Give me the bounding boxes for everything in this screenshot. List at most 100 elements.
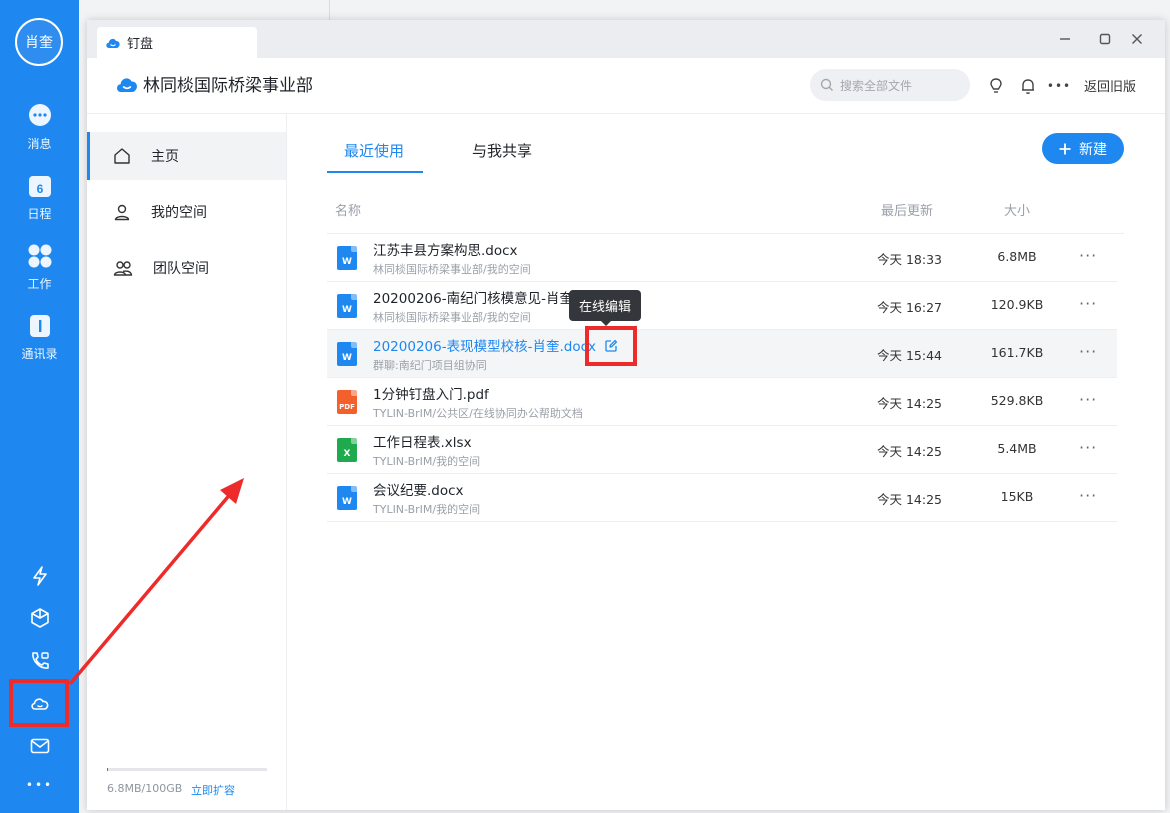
sidebar: 主页 我的空间 团队空间 6.8MB/100GB 立即扩容: [87, 114, 287, 810]
storage-quota-text: 6.8MB/100GB: [107, 782, 183, 795]
tips-button[interactable]: [986, 76, 1006, 96]
storage-quota-bar: [107, 768, 267, 771]
mail-button[interactable]: [0, 735, 79, 757]
user-icon: [114, 204, 130, 221]
file-updated: 今天 15:44: [877, 348, 942, 363]
rail-item-work[interactable]: 工作: [0, 243, 79, 292]
sidebar-item-my-space[interactable]: 我的空间: [87, 188, 286, 236]
storage-quota-fill: [107, 768, 108, 771]
file-size: 529.8KB: [990, 393, 1044, 408]
table-row[interactable]: W 20200206-表现模型校核-肖奎.docx 群聊:南纪门项目组协同 今天 15…: [327, 330, 1117, 378]
rail-item-contacts[interactable]: 通讯录: [0, 313, 79, 362]
row-more-button[interactable]: ···: [1079, 390, 1097, 409]
file-name[interactable]: 工作日程表.xlsx: [373, 431, 472, 451]
sidebar-item-label: 主页: [151, 149, 179, 165]
calendar-icon: 6: [28, 176, 51, 197]
sidebar-item-label: 我的空间: [151, 205, 207, 221]
phone-video-button[interactable]: [0, 650, 79, 672]
rail-item-label: 消息: [27, 137, 52, 151]
rail-item-label: 通讯录: [21, 347, 58, 361]
file-size: 15KB: [1000, 489, 1034, 504]
bell-icon: [1022, 79, 1034, 94]
new-button[interactable]: 新建: [1042, 133, 1124, 164]
rail-item-label: 日程: [27, 207, 52, 221]
row-more-button[interactable]: ···: [1079, 486, 1097, 505]
window-tab-title: 钉盘: [127, 37, 154, 52]
column-header-name[interactable]: 名称: [335, 200, 361, 219]
cube-button[interactable]: [0, 607, 79, 629]
table-row[interactable]: W 江苏丰县方案构思.docx 林同棪国际桥梁事业部/我的空间 今天 18:33 6.8…: [327, 234, 1117, 282]
tab-recent[interactable]: 最近使用: [344, 140, 404, 161]
table-row[interactable]: X 工作日程表.xlsx TYLIN-BrIM/我的空间 今天 14:25 5.4MB ·…: [327, 426, 1117, 474]
highlight-box-cloud: [9, 679, 69, 727]
file-type-icon: X: [337, 438, 357, 462]
file-path: TYLIN-BrIM/我的空间: [373, 455, 481, 468]
avatar[interactable]: 肖奎: [15, 18, 63, 66]
expand-storage-link[interactable]: 立即扩容: [191, 782, 235, 798]
minimize-icon: [1060, 38, 1070, 40]
file-type-icon: PDF: [337, 390, 357, 414]
back-to-old-version-link[interactable]: 返回旧版: [1084, 76, 1136, 95]
more-button[interactable]: •••: [0, 778, 79, 792]
maximize-button[interactable]: [1096, 30, 1114, 48]
org-title: 林同棪国际桥梁事业部: [115, 71, 313, 96]
close-button[interactable]: [1128, 30, 1146, 48]
file-name[interactable]: 会议纪要.docx: [373, 479, 464, 499]
file-path: 群聊:南纪门项目组协同: [373, 359, 487, 372]
online-edit-button[interactable]: [585, 326, 637, 366]
sidebar-item-team-space[interactable]: 团队空间: [87, 244, 286, 292]
search-placeholder: 搜索全部文件: [840, 78, 913, 93]
more-icon: •••: [25, 778, 54, 792]
table-row[interactable]: PDF 1分钟钉盘入门.pdf TYLIN-BrIM/公共区/在线协同办公帮助文档 今…: [327, 378, 1117, 426]
lightning-icon: [32, 566, 47, 586]
file-path: TYLIN-BrIM/公共区/在线协同办公帮助文档: [373, 407, 583, 420]
row-more-button[interactable]: ···: [1079, 438, 1097, 457]
file-size: 120.9KB: [990, 297, 1044, 312]
table-row[interactable]: W 会议纪要.docx TYLIN-BrIM/我的空间 今天 14:25 15KB ···: [327, 474, 1117, 522]
table-header: 名称 最后更新 大小: [327, 192, 1124, 234]
file-name[interactable]: 江苏丰县方案构思.docx: [373, 239, 518, 259]
window-tab[interactable]: 钉盘: [97, 27, 257, 58]
maximize-icon: [1099, 33, 1111, 45]
notifications-button[interactable]: [1018, 76, 1038, 96]
file-name[interactable]: 20200206-表现模型校核-肖奎.docx: [373, 335, 596, 355]
team-icon: [113, 261, 133, 276]
edit-icon: [605, 339, 618, 352]
cube-icon: [30, 608, 49, 628]
file-path: 林同棪国际桥梁事业部/我的空间: [373, 263, 531, 276]
search-input[interactable]: 搜索全部文件: [810, 69, 970, 101]
column-header-updated[interactable]: 最后更新: [881, 200, 933, 219]
apps-icon: [28, 244, 51, 268]
file-updated: 今天 14:25: [877, 492, 942, 507]
cloud-logo-icon: [106, 38, 120, 48]
row-more-button[interactable]: ···: [1079, 342, 1097, 361]
calendar-badge: 6: [36, 182, 43, 196]
phone-video-icon: [31, 652, 49, 669]
header-more-button[interactable]: •••: [1046, 76, 1072, 96]
file-type-icon: W: [337, 342, 357, 366]
lightning-button[interactable]: [0, 565, 79, 587]
table-row[interactable]: W 20200206-南纪门核模意见-肖奎.docx 林同棪国际桥梁事业部/我的空间…: [327, 282, 1117, 330]
mail-icon: [30, 738, 49, 754]
home-icon: [114, 148, 130, 164]
file-type-icon: W: [337, 246, 357, 270]
file-updated: 今天 14:25: [877, 444, 942, 459]
app-header: 林同棪国际桥梁事业部 搜索全部文件 ••• 返回旧版: [87, 58, 1165, 114]
more-icon: •••: [1046, 79, 1072, 93]
sidebar-item-home[interactable]: 主页: [87, 132, 286, 180]
row-more-button[interactable]: ···: [1079, 294, 1097, 313]
title-bar: 钉盘: [87, 20, 1165, 58]
cloud-logo-icon: [117, 77, 137, 92]
column-header-size[interactable]: 大小: [1004, 200, 1030, 219]
rail-item-calendar[interactable]: 6 日程: [0, 173, 79, 222]
file-updated: 今天 14:25: [877, 396, 942, 411]
row-more-button[interactable]: ···: [1079, 246, 1097, 265]
sidebar-item-label: 团队空间: [153, 261, 209, 277]
file-size: 6.8MB: [997, 249, 1037, 264]
file-name[interactable]: 1分钟钉盘入门.pdf: [373, 383, 489, 403]
active-tab-underline: [327, 171, 423, 173]
minimize-button[interactable]: [1056, 30, 1074, 48]
tab-shared-with-me[interactable]: 与我共享: [472, 140, 532, 161]
file-type-icon: W: [337, 294, 357, 318]
rail-item-messages[interactable]: 消息: [0, 103, 79, 152]
